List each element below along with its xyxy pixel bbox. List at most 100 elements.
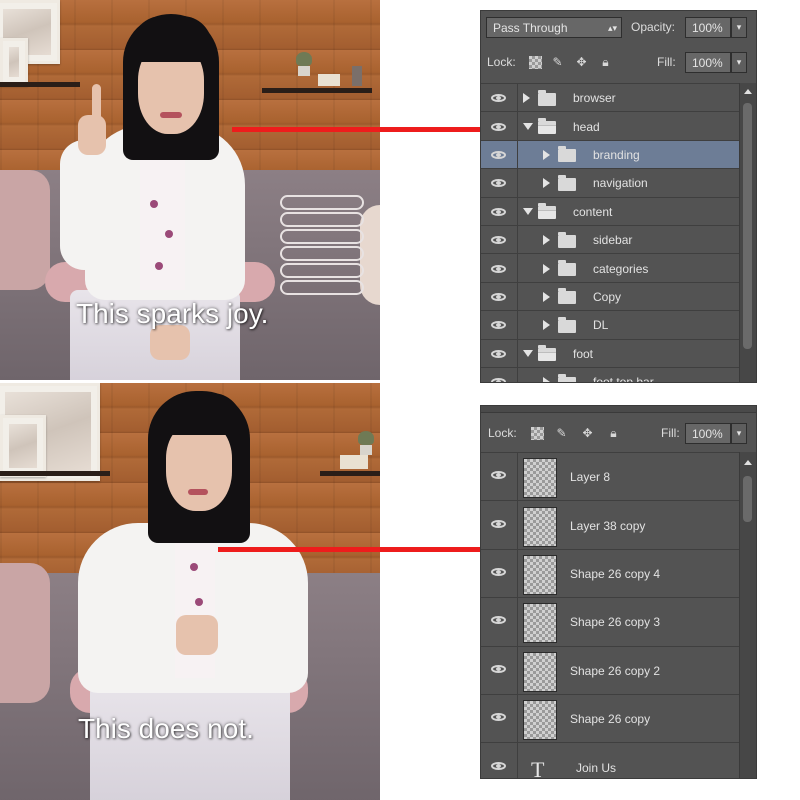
- face: [166, 423, 232, 511]
- layer-row[interactable]: Shape 26 copy: [481, 695, 740, 744]
- books: [340, 455, 368, 469]
- folded-clothes-drawing: [280, 195, 364, 297]
- expand-triangle-icon[interactable]: [543, 235, 550, 246]
- layer-row[interactable]: foot: [481, 339, 740, 368]
- folder-icon: [558, 373, 576, 382]
- layer-name: branding: [593, 147, 640, 162]
- layer-row[interactable]: DL: [481, 311, 740, 340]
- caption-top: This sparks joy.: [76, 298, 269, 329]
- visibility-toggle[interactable]: [481, 282, 518, 311]
- folder-icon: [538, 89, 556, 106]
- visibility-toggle[interactable]: [481, 743, 518, 778]
- move-icon[interactable]: ✥: [581, 427, 594, 440]
- layer-row[interactable]: Copy: [481, 282, 740, 312]
- lock-transparent-icon[interactable]: [529, 56, 542, 69]
- fill-dropdown-icon[interactable]: ▾: [731, 423, 747, 444]
- eye-icon: [491, 150, 506, 159]
- plant: [358, 431, 374, 445]
- layer-row[interactable]: sidebar: [481, 226, 740, 255]
- wall-shelf: [0, 82, 80, 87]
- panel-top-strip: [481, 406, 756, 413]
- layer-row[interactable]: Layer 8: [481, 453, 740, 502]
- fill-dropdown-icon[interactable]: ▾: [731, 52, 747, 73]
- eye-icon: [491, 519, 506, 528]
- scroll-up-icon[interactable]: [744, 89, 752, 94]
- layer-row[interactable]: categories: [481, 254, 740, 283]
- raised-finger: [92, 84, 101, 122]
- expand-triangle-icon[interactable]: [523, 93, 530, 104]
- visibility-toggle[interactable]: [481, 501, 518, 549]
- visibility-toggle[interactable]: [481, 339, 518, 367]
- layer-row[interactable]: branding: [481, 140, 740, 170]
- expand-triangle-icon[interactable]: [543, 291, 550, 302]
- expand-triangle-icon[interactable]: [543, 178, 550, 189]
- visibility-toggle[interactable]: [481, 140, 518, 169]
- visibility-toggle[interactable]: [481, 646, 518, 694]
- expand-triangle-icon[interactable]: [543, 377, 550, 382]
- layer-name: foot: [573, 346, 594, 361]
- layer-row[interactable]: content: [481, 197, 740, 226]
- books: [318, 74, 340, 86]
- layer-row[interactable]: Shape 26 copy 4: [481, 549, 740, 599]
- layer-row[interactable]: foot top bar: [481, 368, 740, 382]
- expand-triangle-icon[interactable]: [543, 263, 550, 274]
- visibility-toggle[interactable]: [481, 254, 518, 282]
- visibility-toggle[interactable]: [481, 453, 518, 501]
- eye-icon: [491, 616, 506, 625]
- visibility-toggle[interactable]: [481, 368, 518, 382]
- layer-name: Shape 26 copy: [570, 712, 651, 727]
- brush-icon[interactable]: ✎: [555, 427, 568, 440]
- move-icon[interactable]: ✥: [575, 56, 588, 69]
- layer-row[interactable]: navigation: [481, 169, 740, 198]
- brush-icon[interactable]: ✎: [551, 56, 564, 69]
- print-flower: [165, 230, 173, 238]
- collapse-triangle-icon[interactable]: [523, 208, 533, 216]
- opacity-field[interactable]: 100%: [685, 17, 731, 38]
- layer-list: browser head branding navigation content side…: [481, 83, 740, 382]
- folder-icon: [558, 146, 576, 163]
- layer-row[interactable]: Shape 26 copy 3: [481, 598, 740, 647]
- opacity-dropdown-icon[interactable]: ▾: [731, 17, 747, 38]
- layer-list: Layer 8 Layer 38 copy Shape 26 copy 4 Shape…: [481, 452, 740, 778]
- layer-scrollbar[interactable]: [739, 83, 756, 382]
- blouse: [175, 538, 215, 678]
- visibility-toggle[interactable]: [481, 197, 518, 225]
- wall-picture-frame: [0, 415, 46, 477]
- layer-row[interactable]: browser: [481, 84, 740, 113]
- eye-icon: [491, 471, 506, 480]
- layer-scrollbar[interactable]: [739, 452, 756, 778]
- expand-triangle-icon[interactable]: [543, 320, 550, 331]
- eye-icon: [491, 349, 506, 358]
- visibility-toggle[interactable]: [481, 84, 518, 112]
- blouse: [140, 150, 185, 290]
- scroll-thumb[interactable]: [743, 103, 752, 349]
- scroll-thumb[interactable]: [743, 476, 752, 522]
- layer-thumbnail: [523, 700, 557, 741]
- eye-icon: [491, 236, 506, 245]
- collapse-triangle-icon[interactable]: [523, 123, 533, 131]
- visibility-toggle[interactable]: [481, 112, 518, 140]
- layer-row[interactable]: Shape 26 copy 2: [481, 646, 740, 695]
- arrow-top-line: [232, 127, 497, 132]
- eye-icon: [491, 567, 506, 576]
- visibility-toggle[interactable]: [481, 311, 518, 339]
- visibility-toggle[interactable]: [481, 549, 518, 598]
- folder-icon: [558, 231, 576, 248]
- blend-mode-select[interactable]: Pass Through ▴▾: [486, 17, 622, 38]
- collapse-triangle-icon[interactable]: [523, 350, 533, 358]
- fill-field[interactable]: 100%: [685, 52, 731, 73]
- lock-transparent-icon[interactable]: [531, 427, 544, 440]
- fill-field[interactable]: 100%: [685, 423, 731, 444]
- layer-row[interactable]: T Join Us: [481, 743, 740, 778]
- folder-icon: [538, 345, 556, 362]
- layer-row[interactable]: Layer 38 copy: [481, 501, 740, 550]
- scroll-up-icon[interactable]: [744, 460, 752, 465]
- visibility-toggle[interactable]: [481, 226, 518, 254]
- visibility-toggle[interactable]: [481, 169, 518, 197]
- padlock-icon[interactable]: 🔒︎: [599, 56, 612, 69]
- layer-row[interactable]: head: [481, 112, 740, 141]
- visibility-toggle[interactable]: [481, 598, 518, 646]
- visibility-toggle[interactable]: [481, 695, 518, 743]
- padlock-icon[interactable]: 🔒︎: [607, 427, 620, 440]
- expand-triangle-icon[interactable]: [543, 149, 550, 160]
